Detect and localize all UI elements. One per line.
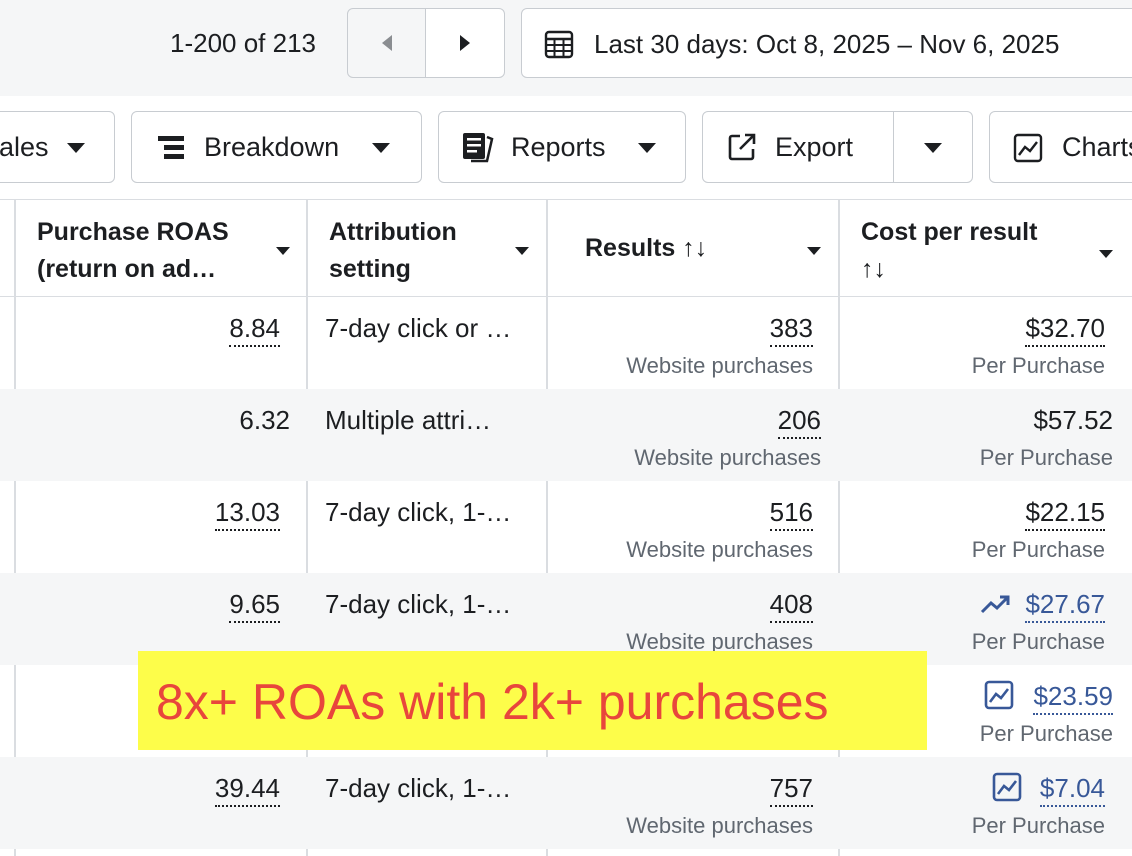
table-header: Purchase ROAS (return on ad… Attribution…	[0, 199, 1132, 297]
export-icon	[728, 133, 756, 161]
cost-type: Per Purchase	[979, 445, 1113, 470]
caret-down-icon	[372, 143, 390, 153]
next-page-button[interactable]	[425, 8, 505, 78]
column-header-line: Attribution	[329, 218, 457, 246]
chart-icon[interactable]	[992, 772, 1022, 802]
chart-icon	[1013, 133, 1043, 163]
caret-down-icon	[924, 143, 942, 153]
column-header-line: setting	[329, 255, 411, 283]
results-value[interactable]: 206	[777, 405, 821, 439]
column-header-purchase-roas[interactable]: Purchase ROAS (return on ad…	[37, 214, 229, 288]
sort-caret-icon[interactable]	[515, 247, 529, 255]
cost-value[interactable]: $23.59	[1033, 681, 1113, 715]
attribution-value: Multiple attri…	[325, 405, 492, 435]
caret-down-icon	[638, 143, 656, 153]
roas-value[interactable]: 8.84	[229, 313, 280, 347]
column-header-cost-per-result[interactable]: Cost per result ↑↓	[861, 214, 1037, 288]
reports-icon	[463, 133, 494, 163]
attribution-value: 7-day click or …	[325, 313, 512, 343]
results-type: Website purchases	[634, 445, 821, 470]
previous-page-button[interactable]	[347, 8, 427, 78]
caret-down-icon	[67, 143, 85, 153]
roas-value[interactable]: 13.03	[214, 497, 280, 531]
attribution-value: 7-day click, 1-…	[325, 589, 512, 619]
partial-dropdown-button[interactable]: ales	[0, 111, 115, 183]
cost-value[interactable]: $22.15	[1025, 497, 1105, 531]
cost-type: Per Purchase	[979, 721, 1113, 746]
cost-type: Per Purchase	[971, 629, 1105, 654]
attribution-value: 7-day click, 1-…	[325, 773, 512, 803]
cost-value[interactable]: $32.70	[1025, 313, 1105, 347]
column-header-results[interactable]: Results ↑↓	[585, 230, 707, 267]
cost-value[interactable]: $27.67	[1025, 589, 1105, 623]
cost-type: Per Purchase	[971, 537, 1105, 562]
breakdown-button[interactable]: Breakdown	[131, 111, 422, 183]
date-range-picker[interactable]: Last 30 days: Oct 8, 2025 – Nov 6, 2025	[521, 8, 1132, 78]
results-type: Website purchases	[626, 537, 813, 562]
chevron-right-icon	[460, 35, 470, 51]
roas-value[interactable]: 39.44	[214, 773, 280, 807]
results-value[interactable]: 408	[769, 589, 813, 623]
column-header-line: (return on ad…	[37, 255, 217, 283]
export-button[interactable]: Export	[702, 111, 895, 183]
pagination-range: 1-200 of 213	[170, 28, 317, 58]
breakdown-label: Breakdown	[204, 132, 340, 162]
annotation-text: 8x+ ROAs with 2k+ purchases	[156, 674, 829, 730]
chart-icon[interactable]	[984, 680, 1014, 710]
partial-button-label: ales	[0, 132, 49, 162]
table-row[interactable]: 8.84 7-day click or … 383 Website purcha…	[0, 297, 1132, 389]
roas-value[interactable]: 9.65	[229, 589, 280, 623]
chevron-left-icon	[382, 35, 392, 51]
results-value[interactable]: 757	[769, 773, 813, 807]
sort-caret-icon[interactable]	[276, 247, 290, 255]
cost-value[interactable]: $7.04	[1039, 773, 1105, 807]
annotation-highlight: 8x+ ROAs with 2k+ purchases	[138, 651, 927, 750]
column-header-line: Purchase ROAS	[37, 218, 229, 246]
roas-value: 6.32	[239, 405, 290, 435]
top-bar: 1-200 of 213 Last 30 days: Oct 8, 2025 –…	[0, 0, 1132, 96]
column-header-attribution[interactable]: Attribution setting	[329, 214, 457, 288]
charts-label: Charts	[1062, 132, 1132, 162]
breakdown-icon	[158, 136, 184, 159]
column-header-line: Cost per result	[861, 218, 1038, 246]
results-value[interactable]: 516	[769, 497, 813, 531]
results-type: Website purchases	[626, 353, 813, 378]
cost-type: Per Purchase	[971, 813, 1105, 838]
sort-caret-icon[interactable]	[1099, 250, 1113, 258]
table-row[interactable]: 6.32 Multiple attri… 206 Website purchas…	[0, 389, 1132, 481]
export-label: Export	[775, 132, 854, 162]
reports-label: Reports	[511, 132, 606, 162]
export-dropdown-button[interactable]	[893, 111, 973, 183]
reports-button[interactable]: Reports	[438, 111, 686, 183]
results-value[interactable]: 383	[769, 313, 813, 347]
calendar-icon	[544, 30, 574, 59]
trend-up-icon[interactable]	[980, 593, 1012, 615]
cost-value: $57.52	[1033, 405, 1113, 435]
table-row[interactable]: 13.03 7-day click, 1-… 516 Website purch…	[0, 481, 1132, 573]
sort-caret-icon[interactable]	[807, 247, 821, 255]
results-type: Website purchases	[626, 813, 813, 838]
attribution-value: 7-day click, 1-…	[325, 497, 512, 527]
date-range-label: Last 30 days: Oct 8, 2025 – Nov 6, 2025	[594, 29, 1060, 59]
column-header-line: ↑↓	[861, 255, 886, 283]
cost-type: Per Purchase	[971, 353, 1105, 378]
charts-button[interactable]: Charts	[989, 111, 1132, 183]
table-row[interactable]: 39.44 7-day click, 1-… 757 Website purch…	[0, 757, 1132, 849]
